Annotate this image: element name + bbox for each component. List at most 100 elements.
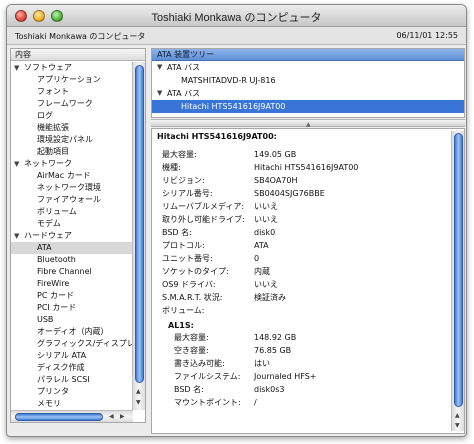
sidebar-item[interactable]: プリンタ: [11, 386, 133, 398]
sidebar-item-label: Bluetooth: [37, 255, 76, 264]
sidebar-horizontal-scroll-thumb[interactable]: [15, 413, 103, 421]
sidebar-item-label: ディスク作成: [37, 363, 85, 372]
ata-bus-row[interactable]: ▼ ATA バス: [152, 87, 464, 100]
detail-key: プロトコル:: [162, 241, 205, 250]
disclosure-triangle-icon[interactable]: ▼: [157, 87, 162, 100]
sidebar-item[interactable]: ファイアウォール: [11, 194, 133, 206]
sidebar-item-label: ログ: [37, 111, 53, 120]
details-vertical-scroll-thumb[interactable]: [454, 133, 463, 407]
sidebar-item[interactable]: AirMac カード: [11, 170, 133, 182]
sidebar-item-label: ATA: [37, 243, 52, 252]
sidebar-horizontal-scrollbar[interactable]: ◀ ▶: [11, 410, 133, 422]
detail-key: ボリューム:: [162, 306, 205, 315]
sidebar-item[interactable]: ボリューム: [11, 206, 133, 218]
sidebar-item-label: ファイアウォール: [37, 195, 101, 204]
contents-tree: ▼ ソフトウェア アプリケーション フォント フレームワーク ログ機能拡張 環境設定パネル起…: [11, 62, 133, 422]
detail-value: いいえ: [254, 280, 278, 289]
sidebar-item[interactable]: パラレル SCSI: [11, 374, 133, 386]
detail-value: いいえ: [254, 215, 278, 224]
details-scroll-down-arrow-icon[interactable]: ▼: [455, 422, 460, 429]
sidebar-item[interactable]: ネットワーク環境: [11, 182, 133, 194]
sidebar-item-label: オーディオ（内蔵）: [37, 327, 109, 336]
detail-key: BSD 名:: [162, 228, 192, 237]
sidebar-item[interactable]: 起動項目: [11, 146, 133, 158]
ata-device-row[interactable]: MATSHITADVD-R UJ-816: [152, 74, 464, 87]
detail-row: 機種: Hitachi HTS541616J9AT00: [162, 162, 442, 174]
ata-bus-row[interactable]: ▼ ATA バス: [152, 61, 464, 74]
sidebar-item-label: ネットワーク環境: [37, 183, 101, 192]
detail-value: 148.92 GB: [254, 333, 297, 342]
sidebar-item[interactable]: ログ: [11, 110, 133, 122]
detail-key: OS9 ドライバ:: [162, 280, 216, 289]
volume-detail-row: 最大容量: 148.92 GB: [174, 332, 444, 344]
detail-value: /: [254, 398, 257, 407]
sidebar-item[interactable]: 機能拡張: [11, 122, 133, 134]
sidebar-item[interactable]: フォント: [11, 86, 133, 98]
title-bar[interactable]: Toshiaki Monkawa のコンピュータ: [7, 5, 466, 27]
details-pane: Hitachi HTS541616J9AT00: 最大容量: 149.05 GB 機…: [151, 128, 465, 434]
sidebar-vertical-scrollbar[interactable]: ▲ ▼: [132, 62, 145, 410]
sidebar-item[interactable]: モデム: [11, 218, 133, 230]
sidebar-item[interactable]: フレームワーク: [11, 98, 133, 110]
scroll-right-arrow-icon[interactable]: ▶: [120, 413, 125, 420]
sidebar-item[interactable]: ディスク作成: [11, 362, 133, 374]
volume-name: AL1S:: [168, 321, 194, 330]
sidebar-item[interactable]: ATA: [11, 242, 133, 254]
sidebar-item[interactable]: PC カード: [11, 290, 133, 302]
sidebar-item[interactable]: Fibre Channel: [11, 266, 133, 278]
sidebar-group[interactable]: ▼ ネットワーク: [11, 158, 133, 170]
sidebar-item-label: グラフィックス/ディスプレイ: [37, 339, 133, 348]
sidebar-item[interactable]: Bluetooth: [11, 254, 133, 266]
disclosure-triangle-icon[interactable]: ▼: [157, 61, 162, 74]
sidebar-header[interactable]: 内容: [11, 49, 145, 61]
sidebar-item-label: パラレル SCSI: [37, 375, 90, 384]
sidebar-item[interactable]: グラフィックス/ディスプレイ: [11, 338, 133, 350]
sidebar-item-label: PC カード: [37, 291, 74, 300]
scroll-left-arrow-icon[interactable]: ◀: [109, 413, 114, 420]
disclosure-triangle-icon[interactable]: ▼: [14, 62, 19, 74]
detail-value: SB4OA70H: [254, 176, 298, 185]
info-bar: Toshiaki Monkawa のコンピュータ 06/11/01 12:55: [7, 27, 466, 45]
sidebar-item[interactable]: メモリ: [11, 398, 133, 410]
sidebar-vertical-scroll-thumb[interactable]: [135, 65, 144, 383]
sidebar-item[interactable]: シリアル ATA: [11, 350, 133, 362]
volume-detail-row: ファイルシステム: Journaled HFS+: [174, 371, 444, 383]
sidebar-item-label: モデム: [37, 219, 61, 228]
sidebar-item[interactable]: PCI カード: [11, 302, 133, 314]
sidebar-item[interactable]: 環境設定パネル: [11, 134, 133, 146]
computer-name: Toshiaki Monkawa のコンピュータ: [15, 32, 146, 41]
device-label: MATSHITADVD-R UJ-816: [181, 76, 276, 85]
splitter-handle-icon[interactable]: ▲: [306, 121, 311, 128]
sidebar-item-label: 環境設定パネル: [37, 135, 93, 144]
volume-detail-row: BSD 名: disk0s3: [174, 384, 444, 396]
sidebar-item[interactable]: オーディオ（内蔵）: [11, 326, 133, 338]
report-date: 06/11/01 12:55: [396, 31, 458, 40]
device-tree: ▼ ATA バス MATSHITADVD-R UJ-816 ▼ ATA バス Hitach…: [152, 61, 464, 113]
details-scroll-up-arrow-icon[interactable]: ▲: [455, 412, 460, 419]
scroll-up-arrow-icon[interactable]: ▲: [136, 388, 141, 395]
detail-key: リムーバブルメディア:: [162, 202, 245, 211]
sidebar-item-label: PCI カード: [37, 303, 77, 312]
device-label: ATA バス: [167, 89, 201, 98]
sidebar-item[interactable]: USB: [11, 314, 133, 326]
sidebar-item-label: FireWire: [37, 279, 70, 288]
disclosure-triangle-icon[interactable]: ▼: [14, 158, 19, 170]
detail-key: ユニット番号:: [162, 254, 213, 263]
detail-key: ソケットのタイプ:: [162, 267, 229, 276]
sidebar-item-label: ハードウェア: [24, 231, 72, 240]
detail-value: 検証済み: [254, 293, 286, 302]
sidebar-item[interactable]: FireWire: [11, 278, 133, 290]
device-tree-header[interactable]: ATA 装置ツリー: [152, 49, 464, 61]
details-vertical-scrollbar[interactable]: ▲ ▼: [451, 131, 464, 431]
scroll-down-arrow-icon[interactable]: ▼: [136, 399, 141, 406]
sidebar-item[interactable]: アプリケーション: [11, 74, 133, 86]
sidebar-item-label: USB: [37, 315, 54, 324]
detail-value: SB0404SJG76BBE: [254, 189, 325, 198]
ata-device-row[interactable]: Hitachi HTS541616J9AT00: [152, 100, 464, 113]
sidebar-group[interactable]: ▼ ソフトウェア: [11, 62, 133, 74]
sidebar-group[interactable]: ▼ ハードウェア: [11, 230, 133, 242]
pane-splitter[interactable]: ▲: [151, 119, 465, 128]
detail-row: ソケットのタイプ: 内蔵: [162, 266, 442, 278]
disclosure-triangle-icon[interactable]: ▼: [14, 230, 19, 242]
detail-value: 76.85 GB: [254, 346, 292, 355]
